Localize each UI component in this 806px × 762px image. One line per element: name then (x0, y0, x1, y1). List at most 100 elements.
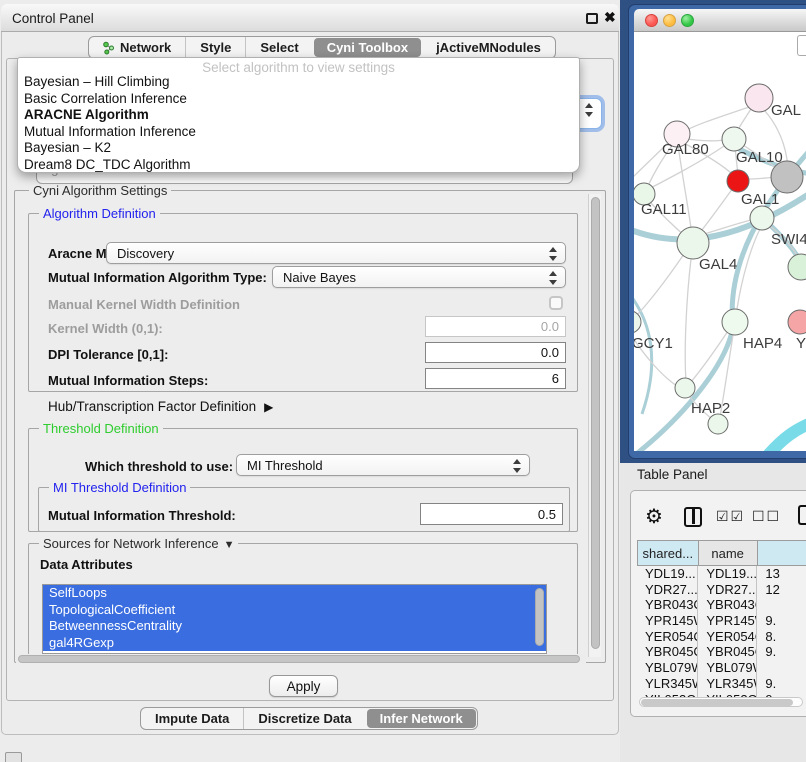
tab-label: Select (260, 40, 298, 55)
document-icon-fragment[interactable] (798, 505, 806, 525)
close-traffic-light-icon[interactable] (645, 14, 658, 27)
tab-network[interactable]: Network (89, 37, 185, 58)
dpi-tolerance-field[interactable]: 0.0 (425, 342, 566, 363)
tab-style[interactable]: Style (185, 37, 245, 58)
network-node-label: Y (796, 335, 806, 352)
dropdown-item-bayesian-k2[interactable]: Bayesian – K2 (18, 139, 579, 156)
table-cell: 8. (757, 629, 806, 645)
table-cell: YBR045C (698, 644, 757, 660)
network-node[interactable] (788, 254, 806, 280)
network-node[interactable] (771, 161, 803, 193)
attribute-item-selfloops[interactable]: SelfLoops (43, 585, 546, 602)
settings-group-title: Cyni Algorithm Settings (29, 183, 171, 198)
close-icon[interactable]: ✖ (604, 9, 616, 26)
attribute-item-betweennesscentrality[interactable]: BetweennessCentrality (43, 618, 546, 635)
minimize-traffic-light-icon[interactable] (663, 14, 676, 27)
panel-grip-handle[interactable] (5, 752, 22, 762)
column-header-shared[interactable]: shared... (637, 540, 699, 566)
combo-arrows-icon (549, 271, 558, 285)
column-header-name[interactable]: name (699, 540, 758, 566)
table-row[interactable]: YDR27...YDR27...12 (637, 582, 806, 598)
cyan-edge (762, 420, 806, 451)
attributes-scrollbar[interactable] (533, 586, 546, 652)
network-node-gal1[interactable] (727, 170, 749, 192)
network-node-y[interactable] (788, 310, 806, 334)
tab-label: Network (120, 40, 171, 55)
manual-kernel-checkbox[interactable] (549, 296, 563, 310)
network-node-gal[interactable] (745, 84, 773, 112)
zoom-traffic-light-icon[interactable] (681, 14, 694, 27)
dropdown-item-aracne-algorithm[interactable]: ARACNE Algorithm (18, 106, 579, 123)
network-node-gcy1[interactable] (634, 311, 641, 333)
table-row[interactable]: YBR045CYBR045C9. (637, 644, 806, 660)
dropdown-item-basic-correlation-inference[interactable]: Basic Correlation Inference (18, 90, 579, 107)
expand-right-icon[interactable]: ▶ (264, 400, 273, 414)
network-node-hap4[interactable] (722, 309, 748, 335)
columns-icon[interactable] (684, 507, 702, 527)
dropdown-item-dream8-dc-tdc-algorithm[interactable]: Dream8 DC_TDC Algorithm (18, 156, 579, 173)
algorithm-definition-title: Algorithm Definition (39, 206, 160, 221)
sources-title-wrap[interactable]: Sources for Network Inference ▼ (39, 536, 238, 551)
table-cell: 13 (757, 566, 806, 582)
table-horizontal-scrollbar[interactable] (639, 697, 803, 707)
mi-threshold-label: Mutual Information Threshold: (48, 508, 236, 523)
float-window-icon[interactable] (586, 13, 598, 24)
table-row[interactable]: YER054CYER054C8. (637, 629, 806, 645)
mi-threshold-field[interactable]: 0.5 (420, 503, 563, 525)
kernel-width-field[interactable]: 0.0 (425, 316, 566, 337)
settings-vertical-scrollbar[interactable] (588, 194, 601, 657)
column-header-partial[interactable] (758, 540, 806, 566)
control-panel-title: Control Panel (12, 11, 94, 26)
collapse-down-icon[interactable]: ▼ (224, 539, 235, 551)
settings-horizontal-scrollbar[interactable] (16, 654, 586, 663)
attribute-item-topologicalcoefficient[interactable]: TopologicalCoefficient (43, 602, 546, 619)
data-attributes-list[interactable]: SelfLoopsTopologicalCoefficientBetweenne… (42, 584, 547, 654)
tab-jactivemnodules[interactable]: jActiveMNodules (422, 37, 555, 58)
apply-button[interactable]: Apply (269, 675, 338, 697)
network-node-label: GAL4 (699, 256, 737, 273)
network-graph[interactable]: GALGAL80GAL10GAL1GAL11SWI4GAL4GCY1HAP4YH… (634, 32, 806, 451)
network-node[interactable] (708, 414, 728, 434)
tab-infer-network[interactable]: Infer Network (367, 709, 476, 728)
threshold-definition-title: Threshold Definition (39, 421, 163, 436)
table-row[interactable]: YBL079WYBL079W (637, 660, 806, 676)
table-row[interactable]: YPR145WYPR145W9. (637, 613, 806, 629)
tab-label: Style (200, 40, 231, 55)
select-all-checkboxes-icon[interactable]: ☑☑ (716, 508, 745, 525)
table-row[interactable]: YLR345WYLR345W9. (637, 676, 806, 692)
deselect-all-checkboxes-icon[interactable]: ☐☐ (752, 508, 781, 525)
dpi-tolerance-value: 0.0 (541, 345, 559, 360)
network-node-label: GAL10 (736, 149, 783, 166)
tab-label: Impute Data (155, 711, 229, 726)
which-threshold-combobox[interactable]: MI Threshold (236, 454, 530, 476)
dropdown-item-bayesian-hill-climbing[interactable]: Bayesian – Hill Climbing (18, 73, 579, 90)
network-node-label: HAP4 (743, 335, 782, 352)
node-table: shared...name YDL19...YDL19...13YDR27...… (637, 540, 806, 697)
algorithm-dropdown-popup: Select algorithm to view settings Bayesi… (17, 57, 580, 173)
tab-impute-data[interactable]: Impute Data (141, 708, 243, 729)
dropdown-item-mutual-information-inference[interactable]: Mutual Information Inference (18, 123, 579, 140)
mi-type-combobox[interactable]: Naive Bayes (272, 266, 566, 288)
network-view-titlebar[interactable] (634, 9, 806, 32)
network-node-gal10[interactable] (722, 127, 746, 151)
table-row[interactable]: YDL19...YDL19...13 (637, 566, 806, 582)
hub-definition-expander[interactable]: Hub/Transcription Factor Definition▶ (48, 399, 273, 414)
mi-type-value: Naive Bayes (283, 270, 356, 285)
network-node-gal4[interactable] (677, 227, 709, 259)
combo-arrows-icon (549, 247, 558, 261)
network-node-hap2[interactable] (675, 378, 695, 398)
tab-label: jActiveMNodules (436, 40, 541, 55)
tab-select[interactable]: Select (245, 37, 312, 58)
sources-title: Sources for Network Inference (43, 536, 219, 551)
attribute-item-gal4rgexp[interactable]: gal4RGexp (43, 635, 546, 652)
network-node-label: SWI4 (771, 231, 806, 248)
bottom-tab-bar: Impute Data Discretize DataInfer Network (140, 707, 478, 730)
gear-icon[interactable]: ⚙ (645, 504, 663, 529)
aracne-mode-combobox[interactable]: Discovery (106, 242, 566, 264)
network-node-swi4[interactable] (750, 206, 774, 230)
network-canvas[interactable]: GALGAL80GAL10GAL1GAL11SWI4GAL4GCY1HAP4YH… (634, 32, 806, 451)
tab-discretize-data[interactable]: Discretize Data (243, 708, 365, 729)
table-row[interactable]: YBR043CYBR043C (637, 597, 806, 613)
mi-steps-field[interactable]: 6 (425, 368, 566, 389)
tab-cyni-toolbox[interactable]: Cyni Toolbox (314, 38, 421, 57)
